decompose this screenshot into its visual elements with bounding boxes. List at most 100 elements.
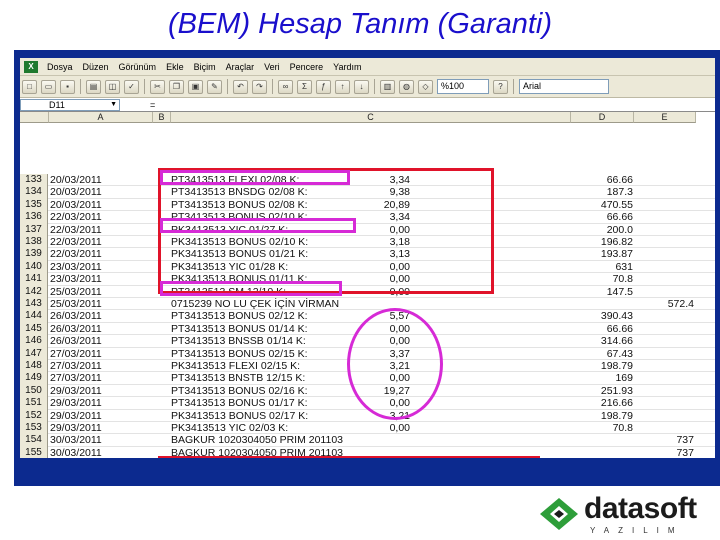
column-header-d[interactable]: D	[571, 112, 634, 123]
table-row[interactable]: 155 30/03/2011 BAGKUR 1020304050 PRIM 2011…	[20, 446, 715, 458]
table-row[interactable]: 139 22/03/2011 PK3413513 BONUS 01/21 K: 3,1…	[20, 248, 715, 261]
cell-debit[interactable]: 200.0	[573, 224, 633, 236]
cell-debit[interactable]: 66.66	[573, 174, 633, 186]
paste-icon[interactable]: ▣	[188, 79, 203, 94]
table-row[interactable]: 137 22/03/2011 PK3413513 YIC 01/27 K: 0,00 2…	[20, 223, 715, 236]
row-number[interactable]: 143	[20, 298, 48, 311]
cell-amount[interactable]: 5,57	[350, 310, 410, 322]
cell-amount[interactable]: 19,27	[350, 385, 410, 397]
table-row[interactable]: 140 23/03/2011 PK3413513 YIC 01/28 K: 0,00 6…	[20, 260, 715, 274]
cell-date[interactable]: 20/03/2011	[49, 174, 149, 186]
table-row[interactable]: 153 29/03/2011 PK3413513 YIC 02/03 K: 0,00 7…	[20, 422, 715, 435]
cell-date[interactable]: 26/03/2011	[49, 310, 149, 322]
cell-amount[interactable]	[350, 298, 410, 310]
cell-amount[interactable]: 3,37	[350, 348, 410, 360]
table-row[interactable]: 146 26/03/2011 PT3413513 BNSSB 01/14 K: 0,0…	[20, 335, 715, 348]
row-number[interactable]: 149	[20, 372, 48, 385]
cell-debit[interactable]: 70.8	[573, 273, 633, 285]
row-number[interactable]: 148	[20, 360, 48, 373]
function-icon[interactable]: ƒ	[316, 79, 331, 94]
row-number[interactable]: 141	[20, 273, 48, 286]
cell-date[interactable]: 20/03/2011	[49, 186, 149, 198]
table-row[interactable]: 149 27/03/2011 PT3413513 BNSTB 12/15 K: 0,0…	[20, 372, 715, 385]
cell-credit[interactable]	[638, 211, 694, 223]
row-number[interactable]: 137	[20, 223, 48, 236]
menu-duzen[interactable]: Düzen	[78, 62, 114, 72]
cell-debit[interactable]: 196.82	[573, 236, 633, 248]
cell-credit[interactable]	[638, 310, 694, 322]
cell-amount[interactable]: 0,00	[350, 335, 410, 347]
cell-debit[interactable]: 216.66	[573, 397, 633, 409]
cell-amount[interactable]: 3,18	[350, 236, 410, 248]
cell-debit[interactable]: 147.5	[573, 286, 633, 298]
cell-amount[interactable]	[350, 434, 410, 446]
cell-amount[interactable]: 0,00	[350, 261, 410, 273]
cell-debit[interactable]	[573, 434, 633, 446]
cell-debit[interactable]: 198.79	[573, 360, 633, 372]
cell-debit[interactable]: 193.87	[573, 248, 633, 260]
column-header-b[interactable]: B	[153, 112, 171, 123]
cell-credit[interactable]	[638, 248, 694, 260]
zoom-select[interactable]: %100	[437, 79, 489, 94]
cell-date[interactable]: 30/03/2011	[49, 434, 149, 446]
cell-credit[interactable]	[638, 186, 694, 198]
row-number[interactable]: 140	[20, 260, 48, 274]
save-icon[interactable]: ▪	[60, 79, 75, 94]
drawing-icon[interactable]: ◇	[418, 79, 433, 94]
row-number[interactable]: 153	[20, 422, 48, 435]
cell-amount[interactable]: 3,21	[350, 360, 410, 372]
spreadsheet-grid[interactable]: A B C D E 133 20/03/2011 PT3413513 FLEXI 0…	[20, 112, 715, 458]
cell-debit[interactable]	[573, 447, 633, 458]
cell-amount[interactable]: 0,00	[350, 422, 410, 434]
menu-veri[interactable]: Veri	[259, 62, 285, 72]
cell-credit[interactable]: 737	[638, 447, 694, 458]
cell-debit[interactable]: 631	[573, 261, 633, 273]
cell-date[interactable]: 29/03/2011	[49, 410, 149, 422]
row-number[interactable]: 145	[20, 322, 48, 336]
cell-date[interactable]: 20/03/2011	[49, 199, 149, 211]
cell-date[interactable]: 29/03/2011	[49, 385, 149, 397]
cell-amount[interactable]: 3,13	[350, 248, 410, 260]
menu-bicim[interactable]: Biçim	[189, 62, 221, 72]
cell-debit[interactable]: 187.3	[573, 186, 633, 198]
cell-date[interactable]: 25/03/2011	[49, 286, 149, 298]
table-row[interactable]: 143 25/03/2011 0715239 NO LU ÇEK İÇİN VİRM…	[20, 298, 715, 311]
cell-debit[interactable]: 198.79	[573, 410, 633, 422]
corner-header[interactable]	[20, 112, 49, 123]
table-row[interactable]: 144 26/03/2011 PT3413513 BONUS 02/12 K: 5,5…	[20, 310, 715, 323]
table-row[interactable]: 147 27/03/2011 PT3413513 BONUS 02/15 K: 3,3…	[20, 347, 715, 360]
cell-credit[interactable]	[638, 348, 694, 360]
cell-date[interactable]: 27/03/2011	[49, 348, 149, 360]
cell-date[interactable]: 29/03/2011	[49, 422, 149, 434]
cell-credit[interactable]	[638, 224, 694, 236]
cell-amount[interactable]: 3,21	[350, 410, 410, 422]
cell-date[interactable]: 23/03/2011	[49, 273, 149, 285]
table-row[interactable]: 134 20/03/2011 PT3413513 BNSDG 02/08 K: 9,3…	[20, 186, 715, 199]
cell-credit[interactable]	[638, 372, 694, 384]
row-number[interactable]: 134	[20, 186, 48, 199]
cell-date[interactable]: 27/03/2011	[49, 360, 149, 372]
cell-date[interactable]: 22/03/2011	[49, 236, 149, 248]
table-row[interactable]: 150 29/03/2011 PT3413513 BONUS 02/16 K: 19,…	[20, 384, 715, 398]
font-select[interactable]: Arial	[519, 79, 609, 94]
table-row[interactable]: 138 22/03/2011 PK3413513 BONUS 02/10 K: 3,1…	[20, 236, 715, 249]
row-number[interactable]: 133	[20, 174, 48, 187]
cell-debit[interactable]: 470.55	[573, 199, 633, 211]
cell-credit[interactable]: 572.4	[638, 298, 694, 310]
cell-date[interactable]: 30/03/2011	[49, 447, 149, 458]
cell-credit[interactable]	[638, 360, 694, 372]
row-number[interactable]: 150	[20, 384, 48, 398]
cell-debit[interactable]: 390.43	[573, 310, 633, 322]
row-number[interactable]: 144	[20, 310, 48, 323]
row-number[interactable]: 135	[20, 198, 48, 212]
cell-amount[interactable]: 0,00	[350, 286, 410, 298]
menu-gorunum[interactable]: Görünüm	[114, 62, 162, 72]
row-number[interactable]: 142	[20, 285, 48, 298]
cell-credit[interactable]	[638, 236, 694, 248]
cell-date[interactable]: 22/03/2011	[49, 224, 149, 236]
menu-yardim[interactable]: Yardım	[328, 62, 366, 72]
cell-date[interactable]: 25/03/2011	[49, 298, 149, 310]
menu-pencere[interactable]: Pencere	[285, 62, 329, 72]
cell-date[interactable]: 26/03/2011	[49, 323, 149, 335]
row-number[interactable]: 139	[20, 248, 48, 261]
